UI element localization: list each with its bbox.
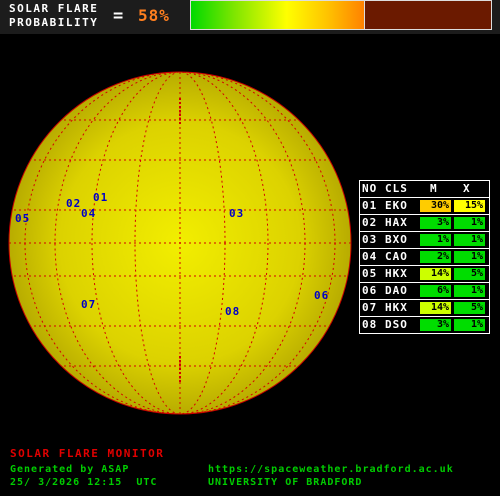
x-class-probability: 1%: [454, 217, 485, 229]
column-header-no: NO: [362, 182, 378, 195]
m-class-probability: 6%: [420, 285, 451, 297]
timestamp-text: 25/ 3/2026 12:15 UTC: [10, 477, 158, 488]
probability-value: 58%: [138, 6, 170, 25]
table-row: 08 DSO 3% 1%: [360, 317, 489, 333]
region-label-06: 06: [314, 289, 330, 302]
region-number: 07: [362, 301, 378, 314]
region-class: EKO: [385, 199, 408, 212]
table-row: 05 HKX 14% 5%: [360, 266, 489, 283]
probability-bar-fill: [191, 1, 365, 29]
region-label-05: 05: [15, 212, 31, 225]
region-label-01: 01: [93, 191, 109, 204]
m-class-probability: 14%: [420, 302, 451, 314]
table-row: 01 EKO 30% 15%: [360, 198, 489, 215]
region-number: 02: [362, 216, 378, 229]
region-class: HKX: [385, 301, 408, 314]
x-class-probability: 1%: [454, 319, 485, 331]
table-row: 02 HAX 3% 1%: [360, 215, 489, 232]
region-number: 03: [362, 233, 378, 246]
region-label-04: 04: [81, 207, 97, 220]
region-class: CAO: [385, 250, 408, 263]
region-number: 01: [362, 199, 378, 212]
column-header-cls: CLS: [385, 182, 408, 195]
m-class-probability: 30%: [420, 200, 451, 212]
m-class-probability: 2%: [420, 251, 451, 263]
probability-title: SOLAR FLARE PROBABILITY: [9, 2, 99, 29]
region-number: 05: [362, 267, 378, 280]
region-class: BXO: [385, 233, 408, 246]
column-header-x: X: [463, 182, 471, 195]
generated-by-text: Generated by ASAP: [10, 464, 130, 475]
source-url-link[interactable]: https://spaceweather.bradford.ac.uk: [208, 464, 454, 475]
region-class: HAX: [385, 216, 408, 229]
column-header-m: M: [430, 182, 438, 195]
footer-title: SOLAR FLARE MONITOR: [10, 447, 165, 460]
table-row: 04 CAO 2% 1%: [360, 249, 489, 266]
x-class-probability: 1%: [454, 234, 485, 246]
region-number: 08: [362, 318, 378, 331]
region-label-08: 08: [225, 305, 241, 318]
region-class: DAO: [385, 284, 408, 297]
x-class-probability: 15%: [454, 200, 485, 212]
x-class-probability: 1%: [454, 251, 485, 263]
region-number: 04: [362, 250, 378, 263]
organization-text: UNIVERSITY OF BRADFORD: [208, 477, 363, 488]
probability-bar-remainder: [364, 1, 491, 29]
m-class-probability: 3%: [420, 217, 451, 229]
x-class-probability: 1%: [454, 285, 485, 297]
x-class-probability: 5%: [454, 268, 485, 280]
m-class-probability: 14%: [420, 268, 451, 280]
probability-header: SOLAR FLARE PROBABILITY = 58%: [0, 0, 500, 34]
region-label-07: 07: [81, 298, 97, 311]
x-class-probability: 5%: [454, 302, 485, 314]
region-class: HKX: [385, 267, 408, 280]
table-row: 07 HKX 14% 5%: [360, 300, 489, 317]
table-row: 06 DAO 6% 1%: [360, 283, 489, 300]
table-row: 03 BXO 1% 1%: [360, 232, 489, 249]
region-probability-table: NO CLS M X 01 EKO 30% 15% 02 HAX 3% 1% 03 BXO 1% 1%…: [359, 180, 490, 334]
equals-sign: =: [113, 6, 124, 26]
probability-bar: [190, 0, 492, 30]
m-class-probability: 3%: [420, 319, 451, 331]
region-label-03: 03: [229, 207, 245, 220]
region-number: 06: [362, 284, 378, 297]
region-class: DSO: [385, 318, 408, 331]
m-class-probability: 1%: [420, 234, 451, 246]
table-header-row: NO CLS M X: [360, 181, 489, 198]
region-label-02: 02: [66, 197, 82, 210]
